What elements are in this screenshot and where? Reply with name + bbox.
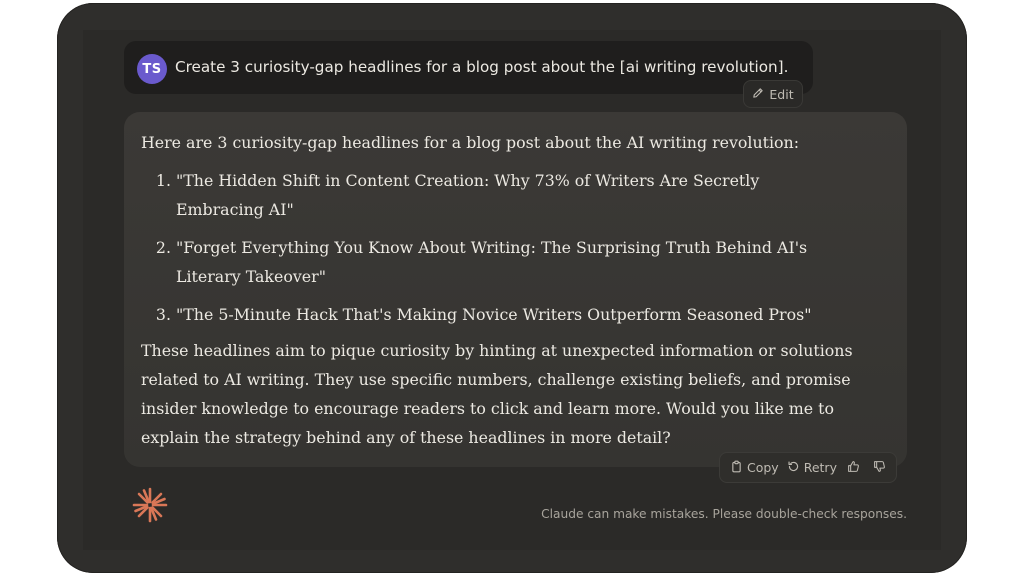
user-message: TS Create 3 curiosity-gap headlines for …	[124, 41, 813, 94]
edit-label: Edit	[769, 86, 794, 102]
list-item: 3. "The 5-Minute Hack That's Making Novi…	[141, 300, 841, 329]
copy-label: Copy	[747, 460, 779, 475]
thumbs-down-icon	[873, 460, 886, 476]
pencil-icon	[752, 87, 764, 102]
retry-icon	[787, 460, 800, 476]
list-item-text: "Forget Everything You Know About Writin…	[176, 238, 808, 286]
retry-button[interactable]: Retry	[787, 460, 837, 476]
list-item-number: 3.	[155, 305, 171, 324]
user-message-text: Create 3 curiosity-gap headlines for a b…	[175, 58, 789, 76]
retry-label: Retry	[803, 460, 837, 475]
list-item-text: "The 5-Minute Hack That's Making Novice …	[176, 305, 812, 324]
list-item: 1. "The Hidden Shift in Content Creation…	[141, 166, 841, 224]
list-item: 2. "Forget Everything You Know About Wri…	[141, 233, 841, 291]
clipboard-icon	[730, 460, 743, 476]
response-outro: These headlines aim to pique curiosity b…	[141, 341, 853, 447]
assistant-message: Here are 3 curiosity-gap headlines for a…	[124, 112, 907, 467]
user-avatar[interactable]: TS	[137, 54, 167, 84]
thumbs-up-button[interactable]	[845, 459, 863, 477]
response-intro: Here are 3 curiosity-gap headlines for a…	[141, 133, 800, 152]
list-item-number: 2.	[155, 238, 171, 257]
edit-button[interactable]: Edit	[743, 80, 803, 108]
thumbs-up-icon	[847, 460, 860, 476]
message-actions: Copy Retry	[719, 452, 897, 483]
headline-list: 1. "The Hidden Shift in Content Creation…	[141, 166, 841, 338]
thumbs-down-button[interactable]	[871, 459, 889, 477]
list-item-number: 1.	[155, 171, 171, 190]
copy-button[interactable]: Copy	[730, 460, 779, 476]
claude-logo-icon	[131, 486, 169, 524]
disclaimer-text: Claude can make mistakes. Please double-…	[541, 507, 907, 521]
list-item-text: "The Hidden Shift in Content Creation: W…	[176, 171, 760, 219]
